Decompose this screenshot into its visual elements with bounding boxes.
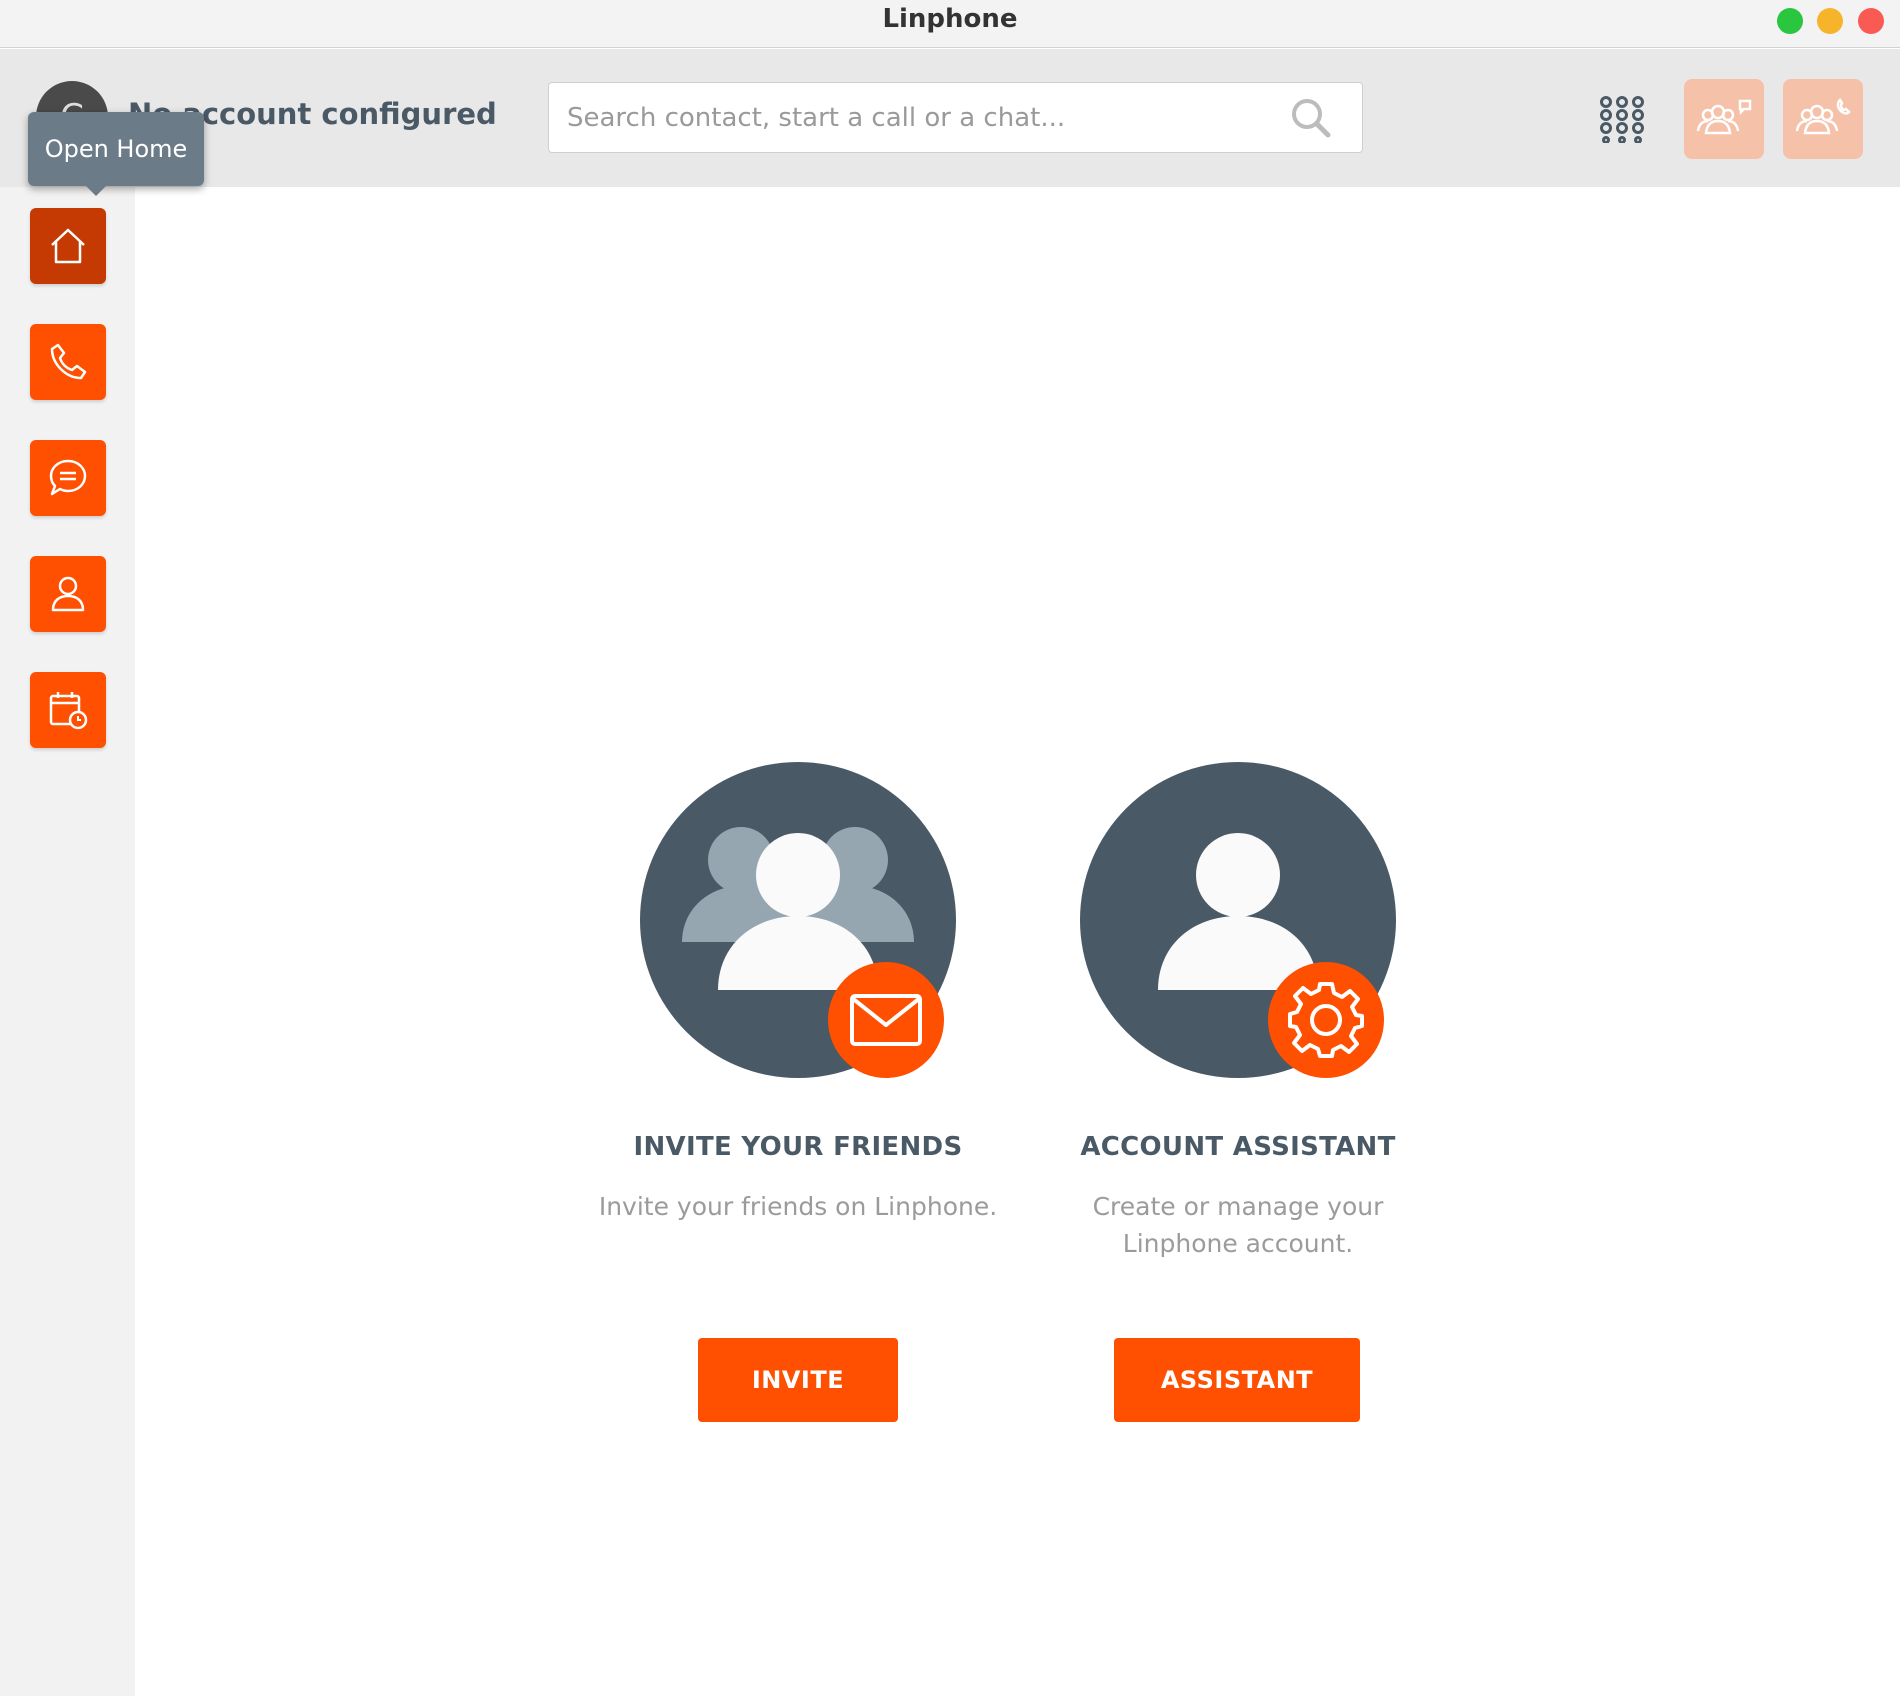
account-icon — [1080, 762, 1396, 1078]
sidebar-item-home[interactable] — [30, 208, 106, 284]
assistant-illustration — [1018, 760, 1458, 1080]
window-title: Linphone — [882, 4, 1018, 34]
group-chat-icon — [1696, 99, 1752, 135]
assistant-description-line2: Linphone account. — [1122, 1229, 1354, 1258]
sidebar — [0, 187, 135, 1696]
sidebar-item-calls[interactable] — [30, 324, 106, 400]
sidebar-item-contacts[interactable] — [30, 556, 106, 632]
friends-icon — [640, 762, 956, 1078]
invite-title: INVITE YOUR FRIENDS — [633, 1132, 963, 1162]
sidebar-item-meetings[interactable] — [30, 672, 106, 748]
search-input[interactable] — [567, 83, 1267, 152]
search-icon[interactable] — [1290, 97, 1332, 139]
phone-icon — [50, 343, 87, 380]
assistant-title: ACCOUNT ASSISTANT — [1080, 1132, 1396, 1162]
assistant-description: Create or manage your Linphone account. — [1018, 1188, 1458, 1262]
header-bar: C No account configured — [0, 49, 1900, 187]
invite-button[interactable]: INVITE — [698, 1338, 898, 1422]
assistant-card: ACCOUNT ASSISTANT Create or manage your … — [1018, 760, 1458, 1422]
open-home-tooltip: Open Home — [28, 112, 204, 196]
dialpad-icon[interactable] — [1598, 95, 1646, 143]
search-bar[interactable] — [548, 82, 1363, 153]
invite-description: Invite your friends on Linphone. — [598, 1192, 998, 1221]
group-call-icon — [1795, 98, 1851, 135]
contact-icon — [51, 576, 85, 612]
home-icon — [51, 228, 85, 264]
new-group-chat-button[interactable] — [1684, 79, 1764, 159]
new-conference-button[interactable] — [1783, 79, 1863, 159]
close-button[interactable] — [1858, 8, 1884, 34]
maximize-button[interactable] — [1777, 8, 1803, 34]
meeting-icon — [49, 692, 88, 730]
invite-illustration — [578, 760, 1018, 1080]
assistant-button[interactable]: ASSISTANT — [1114, 1338, 1360, 1422]
chat-icon — [49, 459, 87, 496]
invite-card: INVITE YOUR FRIENDS Invite your friends … — [578, 760, 1018, 1422]
minimize-button[interactable] — [1817, 8, 1843, 34]
sidebar-item-chats[interactable] — [30, 440, 106, 516]
assistant-description-line1: Create or manage your — [1092, 1192, 1384, 1221]
title-bar: Linphone — [0, 0, 1900, 48]
